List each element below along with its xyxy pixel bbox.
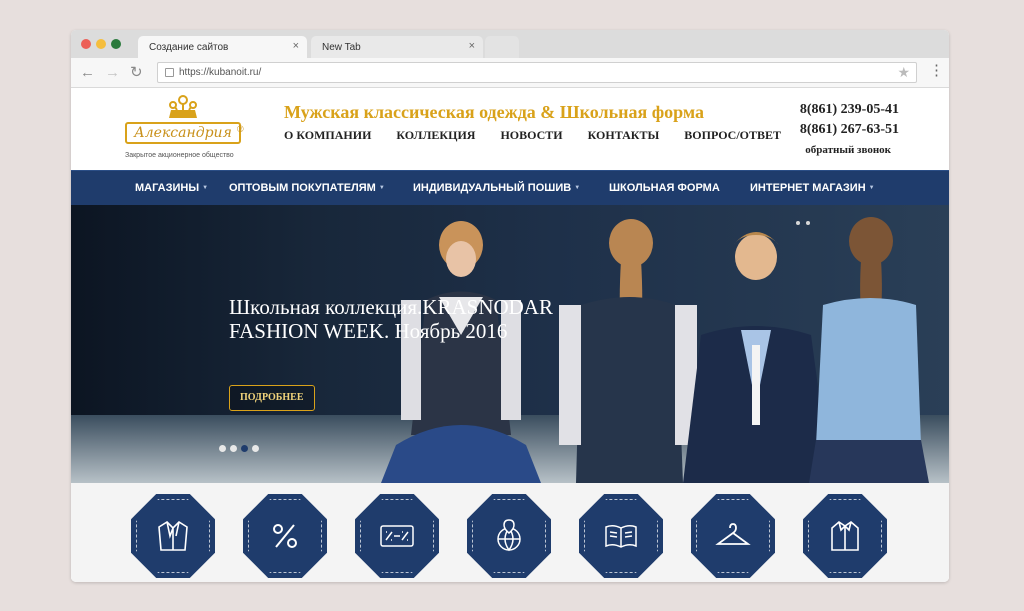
url-text[interactable]: https://kubanoit.ru/ xyxy=(179,67,261,78)
main-nav-label: ШКОЛЬНАЯ ФОРМА xyxy=(609,182,720,194)
forward-arrow-icon[interactable]: → xyxy=(105,64,120,82)
tab-close-icon[interactable]: × xyxy=(469,40,475,52)
browser-window: Создание сайтов × New Tab × ← → ↻ https:… xyxy=(71,30,949,582)
hero-more-button[interactable]: ПОДРОБНЕЕ xyxy=(229,385,315,411)
hanger-icon xyxy=(715,523,751,545)
top-nav-collection[interactable]: КОЛЛЕКЦИЯ xyxy=(396,128,475,143)
main-nav-school-uniform[interactable]: ШКОЛЬНАЯ ФОРМА xyxy=(609,182,720,194)
lock-icon xyxy=(165,68,174,77)
main-nav-shops[interactable]: МАГАЗИНЫ ▼ xyxy=(135,182,208,194)
hero-title: Школьная коллекция.KRASNODAR FASHION WEE… xyxy=(229,295,553,343)
minimize-window-button[interactable] xyxy=(96,39,106,49)
main-nav-label: ИНДИВИДУАЛЬНЫЙ ПОШИВ xyxy=(413,182,572,194)
top-nav: О КОМПАНИИ КОЛЛЕКЦИЯ НОВОСТИ КОНТАКТЫ ВО… xyxy=(284,128,781,143)
top-nav-faq[interactable]: ВОПРОС/ОТВЕТ xyxy=(684,128,781,143)
top-nav-contacts[interactable]: КОНТАКТЫ xyxy=(588,128,660,143)
main-nav-wholesale[interactable]: ОПТОВЫМ ПОКУПАТЕЛЯМ ▼ xyxy=(229,182,385,194)
main-nav-label: ОПТОВЫМ ПОКУПАТЕЛЯМ xyxy=(229,182,376,194)
logo-subtitle: Закрытое акционерное общество xyxy=(125,152,234,159)
percent-icon xyxy=(273,524,297,548)
slider-dots xyxy=(219,445,259,452)
catalog-book-icon xyxy=(605,524,637,548)
feature-catalog[interactable] xyxy=(579,494,663,578)
chevron-down-icon: ▼ xyxy=(202,185,209,192)
feature-icons-row xyxy=(71,483,949,582)
tab-label: New Tab xyxy=(322,42,361,53)
slider-dot[interactable] xyxy=(230,445,237,452)
feature-tailoring[interactable] xyxy=(691,494,775,578)
hero-slider[interactable]: Школьная коллекция.KRASNODAR FASHION WEE… xyxy=(71,205,949,483)
feature-shirts[interactable] xyxy=(803,494,887,578)
logo-registered-mark: ® xyxy=(237,124,244,134)
jacket-icon xyxy=(158,520,188,551)
title-bar: Создание сайтов × New Tab × xyxy=(71,30,949,58)
tab-active[interactable]: Создание сайтов × xyxy=(138,36,307,58)
hero-photo-models xyxy=(381,217,929,483)
feature-discount-card[interactable] xyxy=(355,494,439,578)
chevron-down-icon: ▼ xyxy=(868,185,875,192)
tab-new[interactable]: New Tab × xyxy=(311,36,483,58)
maximize-window-button[interactable] xyxy=(111,39,121,49)
discount-card-icon xyxy=(380,525,414,547)
main-nav-label: МАГАЗИНЫ xyxy=(135,182,200,194)
chevron-down-icon: ▼ xyxy=(378,185,385,192)
top-nav-news[interactable]: НОВОСТИ xyxy=(500,128,562,143)
back-arrow-icon[interactable]: ← xyxy=(80,64,95,82)
main-nav: МАГАЗИНЫ ▼ ОПТОВЫМ ПОКУПАТЕЛЯМ ▼ ИНДИВИДУА… xyxy=(71,170,949,205)
tab-label: Создание сайтов xyxy=(149,42,229,53)
site-logo[interactable]: Александрия ® Закрытое акционерное общес… xyxy=(119,92,249,166)
feature-jacket[interactable] xyxy=(131,494,215,578)
top-nav-about[interactable]: О КОМПАНИИ xyxy=(284,128,371,143)
crown-icon xyxy=(169,95,197,118)
feature-delivery[interactable] xyxy=(467,494,551,578)
reload-icon[interactable]: ↻ xyxy=(130,64,143,82)
star-icon[interactable]: ★ xyxy=(897,64,910,81)
chevron-down-icon: ▼ xyxy=(574,185,581,192)
shirt-icon xyxy=(831,520,859,551)
address-bar[interactable]: https://kubanoit.ru/ ★ xyxy=(157,62,917,83)
callback-link[interactable]: обратный звонок xyxy=(805,144,891,156)
globe-pin-icon xyxy=(497,519,521,552)
menu-dots-icon[interactable]: ⋮ xyxy=(929,63,944,79)
main-nav-label: ИНТЕРНЕТ МАГАЗИН xyxy=(750,182,866,194)
slider-dot[interactable] xyxy=(252,445,259,452)
close-window-button[interactable] xyxy=(81,39,91,49)
tab-close-icon[interactable]: × xyxy=(293,40,299,52)
slider-dot-active[interactable] xyxy=(241,445,248,452)
phone-number-2[interactable]: 8(861) 267-63-51 xyxy=(800,122,899,138)
feature-discount[interactable] xyxy=(243,494,327,578)
slider-dot[interactable] xyxy=(219,445,226,452)
logo-name: Александрия xyxy=(125,122,241,144)
web-page: Александрия ® Закрытое акционерное общес… xyxy=(71,88,949,582)
browser-toolbar: ← → ↻ https://kubanoit.ru/ ★ ⋮ xyxy=(71,58,949,88)
new-tab-button[interactable] xyxy=(485,36,519,58)
main-nav-online-store[interactable]: ИНТЕРНЕТ МАГАЗИН ▼ xyxy=(750,182,875,194)
phone-number-1[interactable]: 8(861) 239-05-41 xyxy=(800,102,899,118)
site-slogan: Мужская классическая одежда & Школьная ф… xyxy=(284,102,705,122)
main-nav-tailoring[interactable]: ИНДИВИДУАЛЬНЫЙ ПОШИВ ▼ xyxy=(413,182,580,194)
